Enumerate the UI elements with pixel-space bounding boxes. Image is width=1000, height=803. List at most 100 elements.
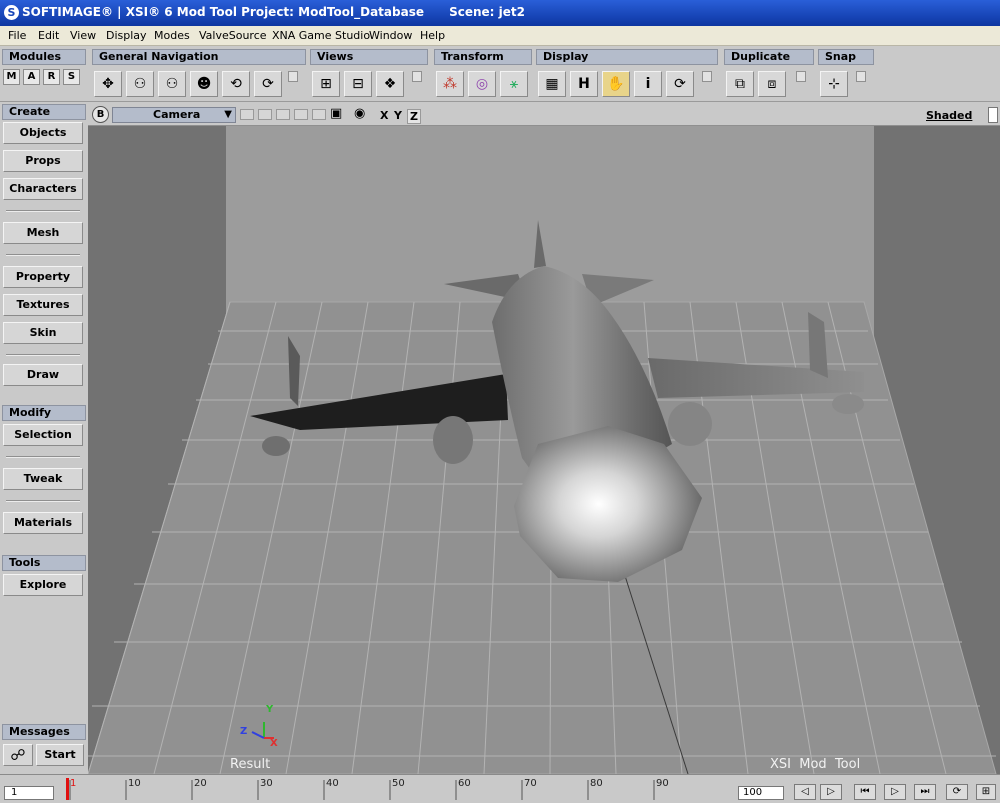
- camera-dolly-icon[interactable]: ☻: [190, 71, 218, 97]
- draw-button[interactable]: Draw: [3, 364, 83, 386]
- right-outer-pod: [832, 394, 864, 414]
- first-frame-icon[interactable]: ⏮: [854, 784, 876, 800]
- camera-label: Camera: [153, 108, 201, 121]
- schematic-view-icon[interactable]: ⊟: [344, 71, 372, 97]
- window-title: SOFTIMAGE® | XSI® 6 Mod Tool Project: Mo…: [22, 5, 525, 19]
- timeline-tick: 20: [194, 778, 207, 789]
- camera-dropdown[interactable]: Camera ▼: [112, 107, 236, 123]
- softimage-logo-icon[interactable]: S: [4, 5, 19, 20]
- viewport-result-label: Result: [230, 757, 271, 772]
- viewport-maximize-button[interactable]: [988, 107, 998, 123]
- gizmo-y-label: Y: [266, 704, 274, 715]
- characters-button[interactable]: Characters: [3, 178, 83, 200]
- camera-track-icon[interactable]: ⟲: [222, 71, 250, 97]
- refresh-icon[interactable]: ⟳: [666, 71, 694, 97]
- separator: [6, 500, 80, 502]
- module-simulate-button[interactable]: S: [63, 69, 80, 85]
- display-mode-dropdown[interactable]: Shaded: [926, 109, 972, 122]
- mesh-button[interactable]: Mesh: [3, 222, 83, 244]
- separator: [6, 210, 80, 212]
- skin-button[interactable]: Skin: [3, 322, 83, 344]
- left-engine: [433, 416, 473, 464]
- title-bar: S SOFTIMAGE® | XSI® 6 Mod Tool Project: …: [0, 0, 1000, 26]
- menu-view[interactable]: View: [70, 29, 96, 42]
- hierarchy-view-icon[interactable]: ⊞: [312, 71, 340, 97]
- props-button[interactable]: Props: [3, 150, 83, 172]
- transform-axes-icon[interactable]: ⁂: [436, 71, 464, 97]
- snap-header: Snap: [818, 49, 874, 65]
- left-outer-pod: [262, 436, 290, 456]
- display-header: Display: [536, 49, 718, 65]
- duplicate-header: Duplicate: [724, 49, 814, 65]
- navigate-icon[interactable]: ✥: [94, 71, 122, 97]
- info-icon[interactable]: i: [634, 71, 662, 97]
- explorer-icon[interactable]: ❖: [376, 71, 404, 97]
- menu-xna-game-studio[interactable]: XNA Game Studio: [272, 29, 370, 42]
- module-animate-button[interactable]: A: [23, 69, 40, 85]
- camera-orbit-icon[interactable]: ⚇: [126, 71, 154, 97]
- menu-window[interactable]: Window: [369, 29, 412, 42]
- snap-menu-icon[interactable]: [856, 71, 866, 82]
- view-slot-2[interactable]: [258, 109, 272, 120]
- duplicate-icon[interactable]: ⧉: [726, 71, 754, 97]
- viewport-scene: [88, 126, 997, 774]
- menu-modes[interactable]: Modes: [154, 29, 190, 42]
- module-render-button[interactable]: R: [43, 69, 60, 85]
- view-slot-1[interactable]: [240, 109, 254, 120]
- general-navigation-header: General Navigation: [92, 49, 306, 65]
- materials-button[interactable]: Materials: [3, 512, 83, 534]
- loop-icon[interactable]: ⟳: [946, 784, 968, 800]
- textures-button[interactable]: Textures: [3, 294, 83, 316]
- rotate-icon[interactable]: ◎: [468, 71, 496, 97]
- duplicate-symmetry-icon[interactable]: ⧈: [758, 71, 786, 97]
- axis-z-button[interactable]: Z: [407, 109, 421, 124]
- right-engine: [668, 402, 712, 446]
- grid-icon[interactable]: ▦: [538, 71, 566, 97]
- last-frame-icon[interactable]: ⏭: [914, 784, 936, 800]
- view-slot-3[interactable]: [276, 109, 290, 120]
- objects-button[interactable]: Objects: [3, 122, 83, 144]
- timeline-tick: 30: [260, 778, 273, 789]
- selection-button[interactable]: Selection: [3, 424, 83, 446]
- menu-help[interactable]: Help: [420, 29, 445, 42]
- next-key-icon[interactable]: ▷: [820, 784, 842, 800]
- duplicate-menu-icon[interactable]: [796, 71, 806, 82]
- menu-display[interactable]: Display: [106, 29, 147, 42]
- script-editor-icon[interactable]: ☍: [3, 744, 33, 766]
- tweak-button[interactable]: Tweak: [3, 468, 83, 490]
- general-navigation-menu-icon[interactable]: [288, 71, 298, 82]
- eye-icon[interactable]: ◉: [354, 106, 365, 121]
- gizmo-x-label: X: [270, 738, 278, 749]
- menu-valvesource[interactable]: ValveSource: [199, 29, 267, 42]
- hand-icon[interactable]: ✋: [602, 71, 630, 97]
- views-menu-icon[interactable]: [412, 71, 422, 82]
- explore-button[interactable]: Explore: [3, 574, 83, 596]
- module-model-button[interactable]: M: [3, 69, 20, 85]
- camera-pan-icon[interactable]: ⚇: [158, 71, 186, 97]
- camera-zoom-icon[interactable]: ⟳: [254, 71, 282, 97]
- hide-icon[interactable]: H: [570, 71, 598, 97]
- messages-header: Messages: [2, 724, 86, 740]
- view-slot-4[interactable]: [294, 109, 308, 120]
- view-slot-5[interactable]: [312, 109, 326, 120]
- end-frame-field[interactable]: 100: [738, 786, 784, 800]
- playback-options-icon[interactable]: ⊞: [976, 784, 996, 800]
- previous-key-icon[interactable]: ◁: [794, 784, 816, 800]
- start-button[interactable]: Start: [36, 744, 84, 766]
- chevron-down-icon: ▼: [224, 109, 232, 120]
- 3d-viewport[interactable]: Y Z X Result XSI Mod Tool: [88, 126, 1000, 774]
- current-frame-field[interactable]: 1: [4, 786, 54, 800]
- menu-edit[interactable]: Edit: [38, 29, 59, 42]
- transform-header: Transform: [434, 49, 532, 65]
- property-button[interactable]: Property: [3, 266, 83, 288]
- axis-x-button[interactable]: X: [380, 109, 388, 122]
- xsi-mod-tool-watermark: XSI Mod Tool: [770, 757, 861, 772]
- play-icon[interactable]: ▷: [884, 784, 906, 800]
- snap-icon[interactable]: ⊹: [820, 71, 848, 97]
- display-menu-icon[interactable]: [702, 71, 712, 82]
- axis-y-button[interactable]: Y: [394, 109, 402, 122]
- menu-file[interactable]: File: [8, 29, 26, 42]
- viewport-letter-button[interactable]: B: [92, 106, 109, 123]
- camera-icon[interactable]: ▣: [330, 106, 342, 121]
- scale-icon[interactable]: ⚹: [500, 71, 528, 97]
